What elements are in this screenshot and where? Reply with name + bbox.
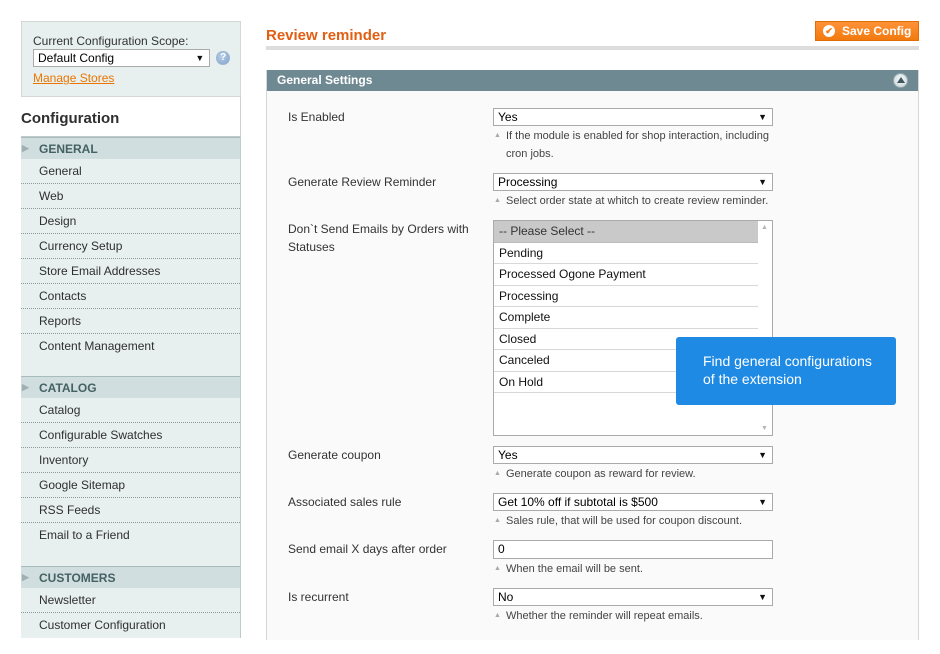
field-label: Generate Review Reminder [288,175,437,189]
dropdown-arrow-icon: ▼ [758,112,767,122]
generate-coupon-select[interactable]: Yes ▼ [493,446,773,464]
nav-section-customers: ▶ CUSTOMERS Newsletter Customer Configur… [21,566,241,638]
field-note: Sales rule, that will be used for coupon… [493,512,773,530]
nav-item-design[interactable]: Design [21,209,240,234]
dropdown-arrow-icon: ▼ [195,53,205,63]
scroll-up-icon[interactable]: ▲ [761,224,768,231]
scope-select[interactable]: Default Config ▼ [33,49,211,67]
field-label: Is recurrent [288,590,349,604]
scroll-down-icon[interactable]: ▼ [761,425,768,432]
nav-item-store-email-addresses[interactable]: Store Email Addresses [21,259,240,284]
nav-item-rss-feeds[interactable]: RSS Feeds [21,498,240,523]
nav-header-customers[interactable]: ▶ CUSTOMERS [21,566,240,588]
field-label: Send email X days after order [288,542,447,556]
nav-item-currency-setup[interactable]: Currency Setup [21,234,240,259]
nav-header-catalog[interactable]: ▶ CATALOG [21,376,240,398]
nav-item-customer-configuration[interactable]: Customer Configuration [21,613,240,638]
nav-item-configurable-swatches[interactable]: Configurable Swatches [21,423,240,448]
nav-item-google-sitemap[interactable]: Google Sitemap [21,473,240,498]
dropdown-arrow-icon: ▼ [758,450,767,460]
is-enabled-select[interactable]: Yes ▼ [493,108,773,126]
nav-item-newsletter[interactable]: Newsletter [21,588,240,613]
nav-header-label: CUSTOMERS [39,570,116,585]
is-recurrent-select[interactable]: No ▼ [493,588,773,606]
nav-item-contacts[interactable]: Contacts [21,284,240,309]
field-note: When the email will be sent. [493,560,773,578]
save-config-label: Save Config [842,24,912,38]
multiselect-option[interactable]: Pending [494,243,759,264]
title-divider [266,46,919,50]
select-value: Yes [498,448,518,462]
nav-item-catalog[interactable]: Catalog [21,398,240,423]
nav-item-content-management[interactable]: Content Management [21,334,240,359]
page-title: Review reminder [266,27,387,44]
generate-reminder-select[interactable]: Processing ▼ [493,173,773,191]
sidebar: Current Configuration Scope: Default Con… [21,21,241,638]
select-value: Yes [498,110,518,124]
field-note: Generate coupon as reward for review. [493,465,773,483]
dropdown-arrow-icon: ▼ [758,592,767,602]
field-label: Don`t Send Emails by Orders with Statuse… [288,222,469,254]
save-config-button[interactable]: ✔ Save Config [815,21,919,41]
multiselect-option[interactable]: Processing [494,286,759,307]
nav-header-label: CATALOG [39,380,97,395]
info-callout: Find general configurations of the exten… [676,337,896,405]
nav-item-reports[interactable]: Reports [21,309,240,334]
nav-item-web[interactable]: Web [21,184,240,209]
nav-header-label: GENERAL [39,141,98,156]
sales-rule-select[interactable]: Get 10% off if subtotal is $500 ▼ [493,493,773,511]
fieldset-title: General Settings [277,73,373,87]
fieldset-header[interactable]: General Settings [267,70,918,91]
days-after-order-input[interactable]: 0 [493,540,773,559]
field-note: Whether the reminder will repeat emails. [493,607,773,625]
multiselect-option[interactable]: Complete [494,307,759,329]
nav-item-inventory[interactable]: Inventory [21,448,240,473]
scope-label: Current Configuration Scope: [33,34,189,48]
nav-section-catalog: ▶ CATALOG Catalog Configurable Swatches … [21,376,241,566]
field-label: Associated sales rule [288,495,402,509]
dropdown-arrow-icon: ▼ [758,497,767,507]
scope-select-value: Default Config [38,51,115,65]
expand-arrow-icon: ▶ [22,143,29,153]
select-value: No [498,590,514,604]
nav-item-general[interactable]: General [21,159,240,184]
multiselect-option[interactable]: Processed Ogone Payment [494,264,759,286]
multiselect-option[interactable]: -- Please Select -- [494,221,759,243]
nav-section-general: ▶ GENERAL General Web Design Currency Se… [21,137,241,376]
select-value: Get 10% off if subtotal is $500 [498,495,658,509]
nav-item-email-to-a-friend[interactable]: Email to a Friend [21,523,240,548]
scope-switcher: Current Configuration Scope: Default Con… [21,21,241,97]
help-icon[interactable]: ? [216,51,230,65]
dropdown-arrow-icon: ▼ [758,177,767,187]
field-note: Select order state at whitch to create r… [493,192,773,210]
sidebar-title: Configuration [21,97,241,137]
manage-stores-link[interactable]: Manage Stores [33,71,114,85]
field-label: Is Enabled [288,110,345,124]
select-value: Processing [498,175,558,189]
nav-header-general[interactable]: ▶ GENERAL [21,137,240,159]
field-label: Generate coupon [288,448,381,462]
check-icon: ✔ [823,25,835,37]
collapse-icon[interactable] [893,73,908,88]
expand-arrow-icon: ▶ [22,382,29,392]
expand-arrow-icon: ▶ [22,572,29,582]
field-note: If the module is enabled for shop intera… [493,127,773,163]
